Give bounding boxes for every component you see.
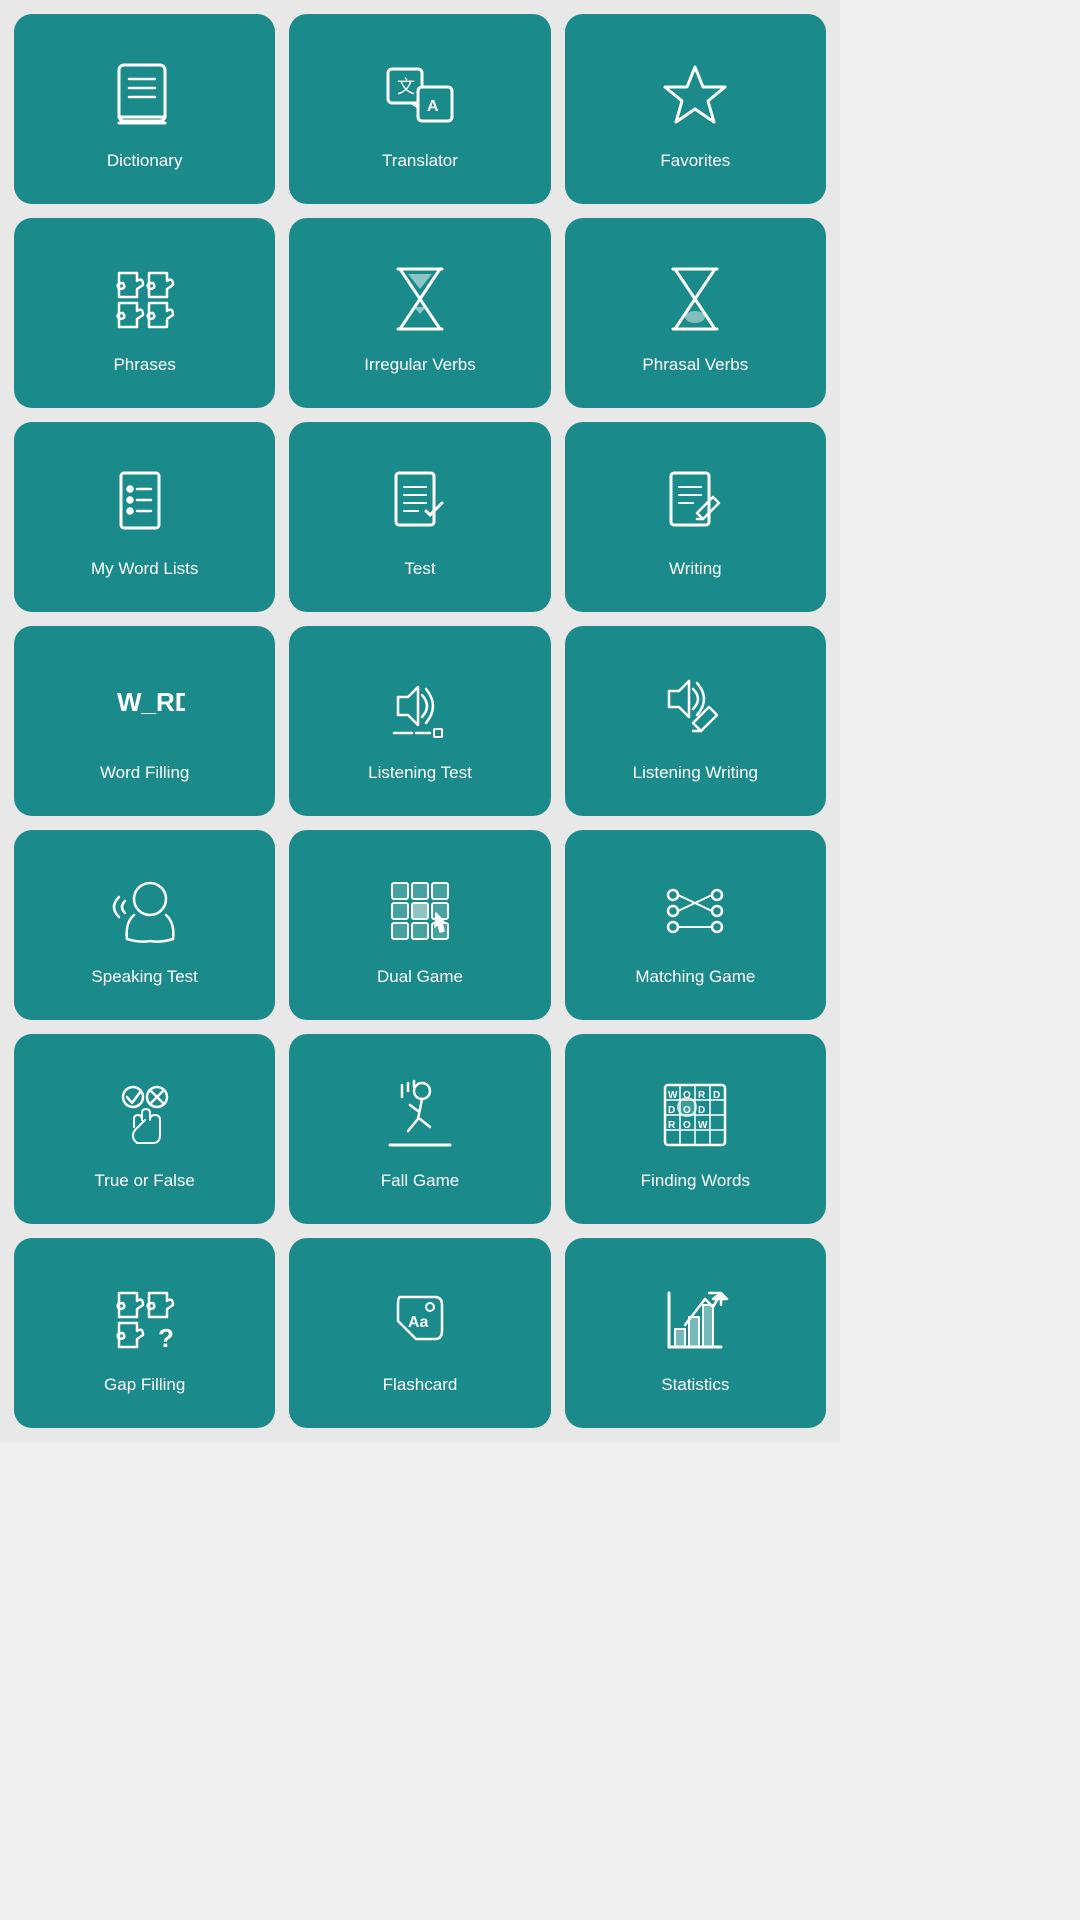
card-statistics[interactable]: Statistics <box>565 1238 826 1428</box>
svg-text:D: D <box>713 1090 720 1101</box>
true-or-false-label: True or False <box>94 1170 194 1192</box>
phrases-label: Phrases <box>113 354 175 376</box>
svg-text:W_RD: W_RD <box>117 687 185 717</box>
card-word-filling[interactable]: W_RD Word Filling <box>14 626 275 816</box>
my-word-lists-label: My Word Lists <box>91 558 198 580</box>
card-irregular-verbs[interactable]: Irregular Verbs <box>289 218 550 408</box>
writing-label: Writing <box>669 558 722 580</box>
phrasal-verbs-label: Phrasal Verbs <box>642 354 748 376</box>
gap-filling-label: Gap Filling <box>104 1374 185 1396</box>
matching-game-label: Matching Game <box>635 966 755 988</box>
speaking-test-label: Speaking Test <box>91 966 197 988</box>
favorites-label: Favorites <box>660 150 730 172</box>
svg-text:O: O <box>683 1120 691 1131</box>
dual-game-label: Dual Game <box>377 966 463 988</box>
dual-game-icon <box>375 866 465 956</box>
gap-filling-icon: ? <box>100 1274 190 1364</box>
card-flashcard[interactable]: Aa Flashcard <box>289 1238 550 1428</box>
dictionary-icon <box>100 50 190 140</box>
dictionary-label: Dictionary <box>107 150 183 172</box>
app-grid: Dictionary 文 A Translator Favorites <box>0 0 840 1442</box>
fall-game-label: Fall Game <box>381 1170 459 1192</box>
irregular-verbs-icon <box>375 254 465 344</box>
speaking-test-icon <box>100 866 190 956</box>
card-true-or-false[interactable]: True or False <box>14 1034 275 1224</box>
svg-text:D: D <box>698 1105 705 1116</box>
finding-words-label: Finding Words <box>641 1170 750 1192</box>
svg-text:R: R <box>668 1120 676 1131</box>
card-favorites[interactable]: Favorites <box>565 14 826 204</box>
matching-game-icon <box>650 866 740 956</box>
flashcard-label: Flashcard <box>383 1374 458 1396</box>
finding-words-icon: W O R D D O D R O W <box>650 1070 740 1160</box>
card-phrasal-verbs[interactable]: Phrasal Verbs <box>565 218 826 408</box>
svg-text:W: W <box>698 1120 708 1131</box>
favorites-icon <box>650 50 740 140</box>
card-dictionary[interactable]: Dictionary <box>14 14 275 204</box>
card-writing[interactable]: Writing <box>565 422 826 612</box>
translator-icon: 文 A <box>375 50 465 140</box>
phrasal-verbs-icon <box>650 254 740 344</box>
card-phrases[interactable]: Phrases <box>14 218 275 408</box>
fall-game-icon <box>375 1070 465 1160</box>
card-test[interactable]: Test <box>289 422 550 612</box>
translator-label: Translator <box>382 150 458 172</box>
svg-text:W: W <box>668 1090 678 1101</box>
listening-test-icon <box>375 662 465 752</box>
card-matching-game[interactable]: Matching Game <box>565 830 826 1020</box>
word-filling-icon: W_RD <box>100 662 190 752</box>
card-listening-writing[interactable]: Listening Writing <box>565 626 826 816</box>
word-filling-label: Word Filling <box>100 762 189 784</box>
svg-text:D: D <box>668 1105 675 1116</box>
svg-text:A: A <box>427 98 439 115</box>
card-gap-filling[interactable]: ? Gap Filling <box>14 1238 275 1428</box>
writing-icon <box>650 458 740 548</box>
card-finding-words[interactable]: W O R D D O D R O W Finding Words <box>565 1034 826 1224</box>
phrases-icon <box>100 254 190 344</box>
my-word-lists-icon <box>100 458 190 548</box>
listening-test-label: Listening Test <box>368 762 472 784</box>
true-or-false-icon <box>100 1070 190 1160</box>
card-speaking-test[interactable]: Speaking Test <box>14 830 275 1020</box>
card-fall-game[interactable]: Fall Game <box>289 1034 550 1224</box>
listening-writing-icon <box>650 662 740 752</box>
test-label: Test <box>404 558 435 580</box>
svg-text:Aa: Aa <box>408 1314 429 1331</box>
card-translator[interactable]: 文 A Translator <box>289 14 550 204</box>
card-my-word-lists[interactable]: My Word Lists <box>14 422 275 612</box>
svg-text:R: R <box>698 1090 706 1101</box>
test-icon <box>375 458 465 548</box>
flashcard-icon: Aa <box>375 1274 465 1364</box>
irregular-verbs-label: Irregular Verbs <box>364 354 476 376</box>
statistics-label: Statistics <box>661 1374 729 1396</box>
card-listening-test[interactable]: Listening Test <box>289 626 550 816</box>
svg-text:?: ? <box>158 1323 174 1353</box>
statistics-icon <box>650 1274 740 1364</box>
svg-text:文: 文 <box>397 77 415 97</box>
card-dual-game[interactable]: Dual Game <box>289 830 550 1020</box>
listening-writing-label: Listening Writing <box>633 762 758 784</box>
